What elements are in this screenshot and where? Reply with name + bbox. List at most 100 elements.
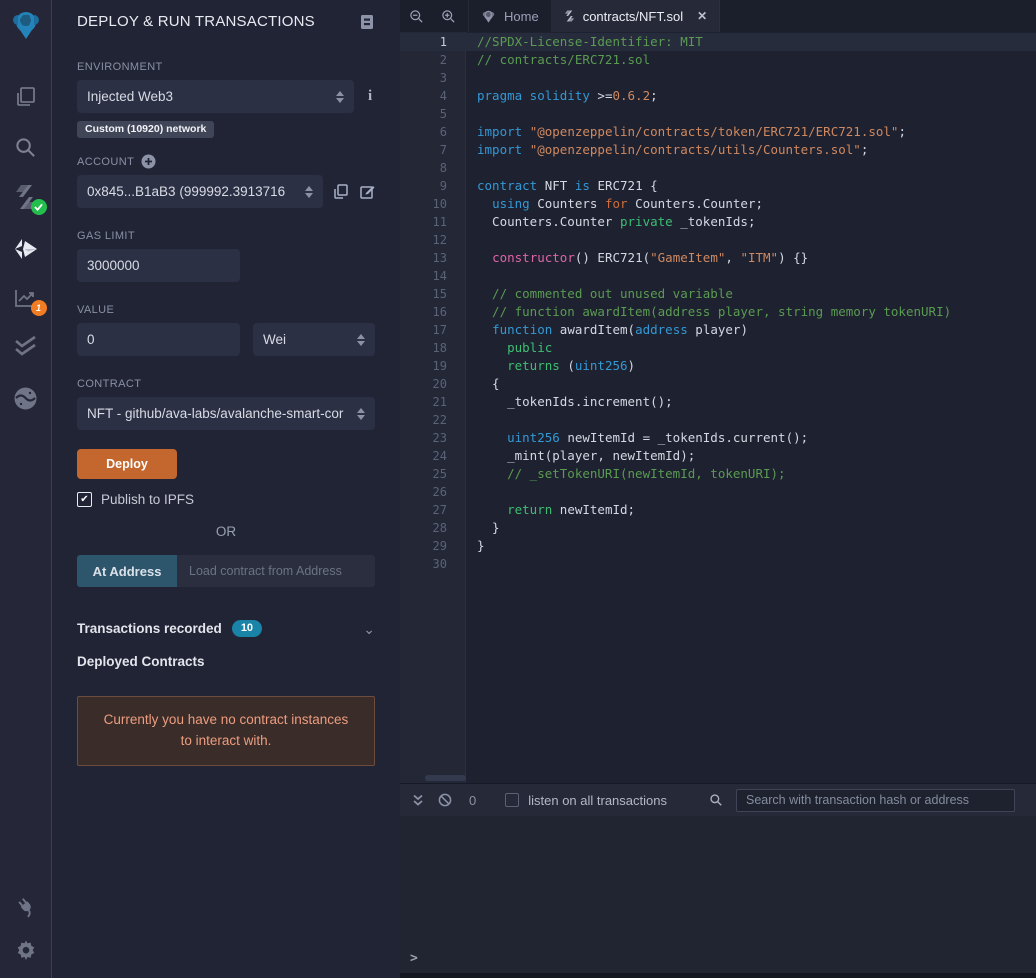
code-line[interactable]: 12: [400, 231, 1036, 249]
zoom-in-icon[interactable]: [441, 9, 456, 24]
code-line[interactable]: 17 function awardItem(address player): [400, 321, 1036, 339]
code-line[interactable]: 10 using Counters for Counters.Counter;: [400, 195, 1036, 213]
line-number: 14: [432, 269, 447, 283]
code-line[interactable]: 6 import "@openzeppelin/contracts/token/E…: [400, 123, 1036, 141]
code-line[interactable]: 30: [400, 555, 1036, 573]
at-address-input[interactable]: [177, 555, 375, 587]
line-number: 17: [432, 323, 447, 337]
contract-select[interactable]: NFT - github/ava-labs/avalanche-smart-co…: [77, 397, 375, 430]
code-line[interactable]: 13 constructor() ERC721("GameItem", "ITM…: [400, 249, 1036, 267]
line-number: 4: [439, 89, 447, 103]
static-analysis-icon[interactable]: 1: [12, 284, 47, 316]
deploy-button[interactable]: Deploy: [77, 449, 177, 479]
editor-tabbar: Home contracts/NFT.sol ✕: [400, 0, 1036, 32]
code-line[interactable]: 24 _mint(player, newItemId);: [400, 447, 1036, 465]
code-line[interactable]: 5: [400, 105, 1036, 123]
settings-gear-icon[interactable]: [12, 936, 40, 964]
code-line[interactable]: 11 Counters.Counter private _tokenIds;: [400, 213, 1036, 231]
sign-message-icon[interactable]: [360, 184, 375, 199]
editor-region: Home contracts/NFT.sol ✕ 1//SPDX-License…: [400, 0, 1036, 783]
code-line[interactable]: 20 {: [400, 375, 1036, 393]
sourcify-icon[interactable]: [12, 384, 40, 412]
plugin-manager-icon[interactable]: [12, 892, 40, 920]
chevron-down-icon[interactable]: ⌄: [363, 622, 375, 636]
code-line[interactable]: 2// contracts/ERC721.sol: [400, 51, 1036, 69]
code-line[interactable]: 21 _tokenIds.increment();: [400, 393, 1036, 411]
transactions-count-badge: 10: [231, 620, 263, 637]
line-number: 26: [432, 485, 447, 499]
tab-home[interactable]: Home: [468, 0, 551, 32]
search-icon[interactable]: [12, 133, 40, 161]
code-line[interactable]: 15 // commented out unused variable: [400, 285, 1036, 303]
code-editor[interactable]: 1//SPDX-License-Identifier: MIT 2// contr…: [400, 32, 1036, 783]
terminal-search-input[interactable]: [735, 788, 1015, 812]
environment-info-icon[interactable]: i: [368, 88, 372, 105]
terminal-toolbar: 0 listen on all transactions: [400, 783, 1036, 816]
code-line[interactable]: 7 import "@openzeppelin/contracts/utils/C…: [400, 141, 1036, 159]
code-line[interactable]: 26: [400, 483, 1036, 501]
copy-account-icon[interactable]: [334, 184, 348, 199]
line-number: 16: [432, 305, 447, 319]
code-line[interactable]: 8: [400, 159, 1036, 177]
tab-nft-sol[interactable]: contracts/NFT.sol ✕: [550, 0, 721, 32]
value-unit-select[interactable]: Wei: [253, 323, 375, 356]
code-line[interactable]: 19 returns (uint256): [400, 357, 1036, 375]
line-number: 2: [439, 53, 447, 67]
create-account-icon[interactable]: [141, 154, 156, 169]
terminal-search-icon: [710, 794, 722, 806]
contract-label: CONTRACT: [77, 378, 142, 390]
at-address-button[interactable]: At Address: [77, 555, 177, 587]
line-number: 22: [432, 413, 447, 427]
code-line[interactable]: 18 public: [400, 339, 1036, 357]
unit-testing-icon[interactable]: [12, 332, 40, 360]
value-input[interactable]: [77, 323, 240, 356]
line-number: 5: [439, 107, 447, 121]
terminal-output[interactable]: >: [400, 816, 1036, 978]
expand-terminal-icon[interactable]: [408, 794, 428, 807]
horizontal-scrollbar[interactable]: [425, 775, 466, 781]
remix-tab-icon: [482, 10, 495, 23]
code-line[interactable]: 23 uint256 newItemId = _tokenIds.current…: [400, 429, 1036, 447]
publish-ipfs-checkbox[interactable]: ✔: [77, 492, 92, 507]
code-line[interactable]: 1//SPDX-License-Identifier: MIT: [400, 33, 1036, 51]
value-label: VALUE: [77, 304, 115, 316]
network-badge: Custom (10920) network: [77, 121, 215, 138]
value-unit: Wei: [263, 332, 287, 347]
solidity-file-icon: [564, 10, 574, 22]
code-line[interactable]: 22: [400, 411, 1036, 429]
close-tab-icon[interactable]: ✕: [697, 9, 707, 23]
remix-logo[interactable]: [7, 6, 45, 44]
code-line[interactable]: 27 return newItemId;: [400, 501, 1036, 519]
solidity-compiler-icon[interactable]: [12, 183, 47, 215]
select-stepper-icon: [336, 90, 344, 103]
code-line[interactable]: 16 // function awardItem(address player,…: [400, 303, 1036, 321]
code-line[interactable]: 28 }: [400, 519, 1036, 537]
gas-limit-input[interactable]: [77, 249, 240, 282]
deploy-run-icon[interactable]: [12, 235, 40, 263]
environment-select[interactable]: Injected Web3: [77, 80, 354, 113]
gas-limit-label: GAS LIMIT: [77, 230, 135, 242]
line-number: 1: [439, 35, 447, 49]
window-edge: [400, 973, 1036, 978]
account-select[interactable]: 0x845...B1aB3 (999992.3913716: [77, 175, 323, 208]
file-explorer-icon[interactable]: [12, 83, 40, 111]
documentation-icon[interactable]: [360, 14, 375, 30]
code-line[interactable]: 9 contract NFT is ERC721 {: [400, 177, 1036, 195]
zoom-out-icon[interactable]: [409, 9, 424, 24]
code-line[interactable]: 29}: [400, 537, 1036, 555]
line-number: 25: [432, 467, 447, 481]
code-line[interactable]: 3: [400, 69, 1036, 87]
select-stepper-icon: [305, 185, 313, 198]
listen-all-checkbox[interactable]: [505, 793, 520, 807]
line-number: 24: [432, 449, 447, 463]
pending-tx-count: 0: [469, 792, 477, 808]
code-line[interactable]: 25 // _setTokenURI(newItemId, tokenURI);: [400, 465, 1036, 483]
line-number: 9: [439, 179, 447, 193]
line-number: 13: [432, 251, 447, 265]
clear-console-icon[interactable]: [435, 793, 455, 807]
deploy-run-panel: DEPLOY & RUN TRANSACTIONS ENVIRONMENT In…: [52, 0, 400, 978]
code-line[interactable]: 4 pragma solidity >=0.6.2;: [400, 87, 1036, 105]
code-line[interactable]: 14: [400, 267, 1036, 285]
line-number: 21: [432, 395, 447, 409]
publish-ipfs-label: Publish to IPFS: [101, 492, 195, 507]
